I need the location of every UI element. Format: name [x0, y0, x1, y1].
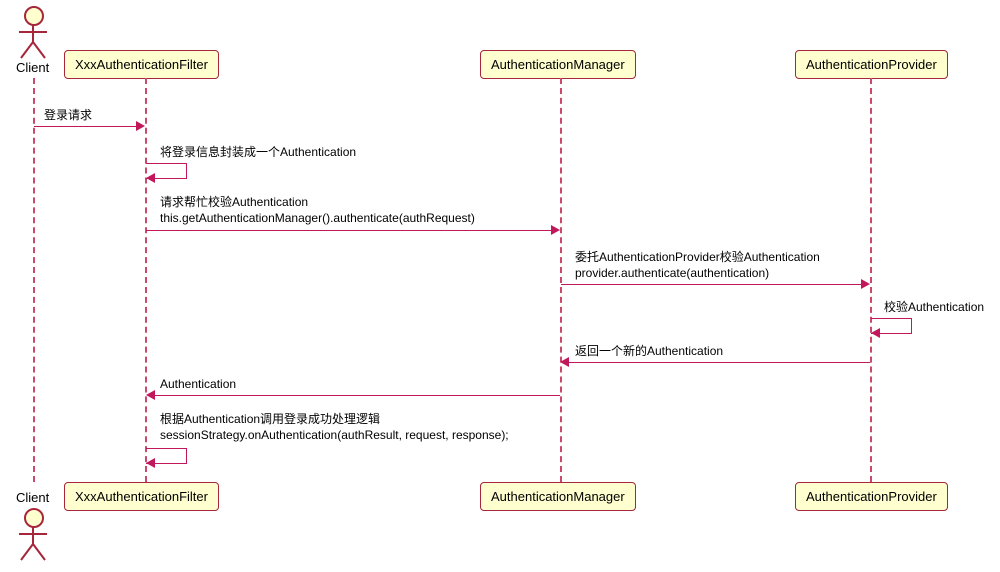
sequence-diagram: Client XxxAuthenticationFilter Authentic…: [0, 0, 1000, 572]
lifeline-provider: [870, 78, 872, 482]
msg-request-validate-line1: 请求帮忙校验Authentication: [160, 195, 308, 209]
msg-delegate-provider: 委托AuthenticationProvider校验Authentication…: [575, 250, 820, 281]
msg-request-validate: 请求帮忙校验Authentication this.getAuthenticat…: [160, 195, 475, 226]
arrow-m1: [34, 126, 138, 127]
msg-request-validate-line2: this.getAuthenticationManager().authenti…: [160, 211, 475, 225]
participant-manager-bottom: AuthenticationManager: [480, 482, 636, 511]
participant-provider-bottom: AuthenticationProvider: [795, 482, 948, 511]
msg-return-auth: 返回一个新的Authentication: [575, 344, 723, 360]
arrowhead-m2: [146, 173, 155, 183]
lifeline-filter: [145, 78, 147, 482]
actor-body-top: [17, 22, 49, 60]
arrowhead-m4: [861, 279, 870, 289]
arrow-m6: [568, 362, 870, 363]
actor-label-bottom: Client: [16, 490, 49, 505]
arrowhead-m7: [146, 390, 155, 400]
arrowhead-m5: [871, 328, 880, 338]
arrowhead-m6: [560, 357, 569, 367]
participant-filter-top: XxxAuthenticationFilter: [64, 50, 219, 79]
msg-auth-back: Authentication: [160, 377, 236, 393]
actor-body-bottom: [17, 524, 49, 562]
participant-provider-top: AuthenticationProvider: [795, 50, 948, 79]
arrowhead-m8: [146, 458, 155, 468]
lifeline-client: [33, 78, 35, 482]
msg-login-request: 登录请求: [44, 108, 92, 124]
arrowhead-m1: [136, 121, 145, 131]
actor-label-top: Client: [16, 60, 49, 75]
arrow-m3: [146, 230, 553, 231]
participant-manager-top: AuthenticationManager: [480, 50, 636, 79]
arrow-m7: [154, 395, 560, 396]
msg-success-line2: sessionStrategy.onAuthentication(authRes…: [160, 428, 509, 442]
msg-delegate-line2: provider.authenticate(authentication): [575, 266, 769, 280]
msg-delegate-line1: 委托AuthenticationProvider校验Authentication: [575, 250, 820, 264]
msg-validate-auth: 校验Authentication: [884, 300, 984, 316]
arrow-m4: [561, 284, 863, 285]
lifeline-manager: [560, 78, 562, 482]
msg-wrap-auth: 将登录信息封装成一个Authentication: [160, 145, 356, 161]
participant-filter-bottom: XxxAuthenticationFilter: [64, 482, 219, 511]
msg-success-handler: 根据Authentication调用登录成功处理逻辑 sessionStrate…: [160, 412, 509, 443]
msg-success-line1: 根据Authentication调用登录成功处理逻辑: [160, 412, 380, 426]
arrowhead-m3: [551, 225, 560, 235]
